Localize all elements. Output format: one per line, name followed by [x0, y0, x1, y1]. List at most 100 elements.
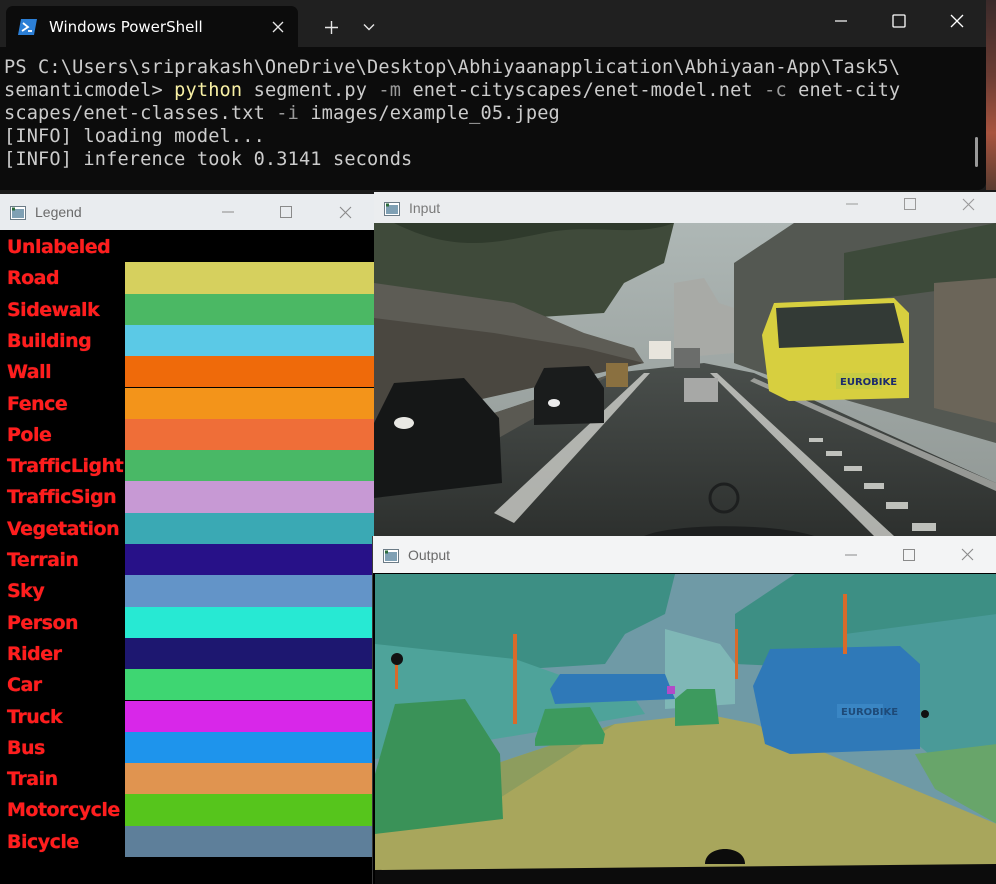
- output-window-title: Output: [408, 546, 451, 563]
- opencv-window-icon: [384, 201, 400, 216]
- close-window-icon[interactable]: [939, 192, 996, 216]
- legend-item: Person: [0, 606, 374, 638]
- chevron-down-icon[interactable]: [354, 12, 384, 42]
- legend-label: Building: [7, 329, 92, 352]
- legend-label: TrafficLight: [7, 455, 124, 478]
- legend-window-title: Legend: [35, 204, 82, 220]
- terminal-tab[interactable]: Windows PowerShell: [6, 6, 298, 47]
- close-window-icon[interactable]: [928, 0, 986, 42]
- legend-color-swatch: [125, 763, 374, 795]
- svg-text:EUROBIKE: EUROBIKE: [841, 707, 898, 718]
- legend-color-swatch: [125, 418, 374, 451]
- legend-item: Train: [0, 763, 374, 795]
- legend-color-swatch: [125, 481, 374, 513]
- terminal-line-4: [INFO] loading model...: [4, 126, 265, 147]
- opencv-window-icon: [383, 548, 399, 563]
- legend-color-swatch: [125, 324, 374, 357]
- legend-label: Fence: [7, 392, 68, 415]
- minimize-icon[interactable]: [812, 0, 870, 42]
- legend-item: Road: [0, 262, 374, 294]
- powershell-window[interactable]: Windows PowerShell PS C:\Users\sriprakas…: [0, 0, 986, 190]
- legend-item: TrafficSign: [0, 481, 374, 513]
- close-tab-icon[interactable]: [264, 13, 292, 41]
- maximize-icon[interactable]: [257, 194, 315, 230]
- output-window[interactable]: Output EUROBIKE: [372, 536, 996, 884]
- legend-window[interactable]: Legend Unlabeled Road Sidewalk Building Wall…: [0, 194, 374, 884]
- legend-label: TrafficSign: [7, 486, 117, 509]
- legend-label: Truck: [7, 705, 63, 728]
- terminal-scrollbar[interactable]: [975, 137, 978, 167]
- legend-color-swatch: [125, 575, 374, 607]
- terminal-line-3: scapes/enet-classes.txt -i images/exampl…: [4, 103, 560, 124]
- legend-item: Terrain: [0, 544, 374, 576]
- desktop-wallpaper-edge: [986, 0, 996, 190]
- legend-color-swatch: [125, 669, 374, 701]
- minimize-icon[interactable]: [822, 536, 880, 573]
- legend-label: Vegetation: [7, 517, 120, 540]
- legend-item: Rider: [0, 637, 374, 670]
- legend-color-swatch: [125, 293, 374, 325]
- legend-color-swatch: [125, 637, 374, 670]
- legend-label: Sidewalk: [7, 298, 100, 321]
- legend-color-swatch: [125, 825, 374, 857]
- legend-label: Wall: [7, 361, 52, 384]
- legend-label: Train: [7, 768, 58, 791]
- close-window-icon[interactable]: [938, 536, 996, 573]
- input-window[interactable]: Input EUROBIKE: [374, 192, 996, 536]
- legend-item: Bicycle: [0, 825, 374, 857]
- legend-label: Bicycle: [7, 830, 79, 853]
- legend-color-swatch: [125, 262, 374, 294]
- legend-item: Car: [0, 669, 374, 701]
- legend-label: Terrain: [7, 549, 79, 571]
- terminal-output[interactable]: PS C:\Users\sriprakash\OneDrive\Desktop\…: [0, 47, 986, 171]
- legend-item: Building: [0, 324, 374, 357]
- legend-item: Truck: [0, 700, 374, 732]
- close-window-icon[interactable]: [316, 194, 374, 230]
- legend-canvas: Unlabeled Road Sidewalk Building Wall Fence Po…: [0, 230, 374, 884]
- new-tab-icon[interactable]: [316, 12, 346, 42]
- legend-color-swatch: [125, 794, 374, 826]
- input-image: EUROBIKE: [374, 223, 996, 536]
- legend-item: Bus: [0, 731, 374, 764]
- legend-label: Bus: [7, 736, 45, 759]
- legend-color-swatch: [125, 231, 374, 263]
- maximize-icon[interactable]: [881, 192, 939, 216]
- legend-color-swatch: [125, 356, 374, 388]
- output-titlebar[interactable]: Output: [373, 536, 996, 573]
- minimize-icon[interactable]: [199, 194, 257, 230]
- legend-label: Road: [7, 267, 60, 290]
- terminal-line-5: [INFO] inference took 0.3141 seconds: [4, 149, 413, 170]
- legend-label: Car: [7, 674, 42, 697]
- legend-color-swatch: [125, 606, 374, 638]
- legend-label: Motorcycle: [7, 799, 120, 822]
- input-window-title: Input: [409, 199, 441, 216]
- legend-label: Rider: [7, 642, 62, 665]
- legend-item: Sky: [0, 575, 374, 607]
- legend-label: Sky: [7, 580, 45, 603]
- legend-item: TrafficLight: [0, 450, 374, 482]
- legend-label: Pole: [7, 423, 52, 446]
- terminal-line-2: semanticmodel> python segment.py -m enet…: [4, 80, 901, 101]
- maximize-icon[interactable]: [870, 0, 928, 42]
- legend-item: Pole: [0, 418, 374, 451]
- input-titlebar[interactable]: Input: [374, 192, 996, 223]
- svg-text:EUROBIKE: EUROBIKE: [840, 377, 897, 388]
- maximize-icon[interactable]: [880, 536, 938, 573]
- legend-item: Wall: [0, 356, 374, 388]
- legend-item: Unlabeled: [0, 231, 374, 263]
- opencv-window-icon: [10, 205, 26, 220]
- terminal-line-1: PS C:\Users\sriprakash\OneDrive\Desktop\…: [4, 57, 901, 78]
- powershell-icon: [18, 17, 38, 37]
- minimize-icon[interactable]: [823, 192, 881, 216]
- legend-titlebar[interactable]: Legend: [0, 194, 374, 230]
- terminal-tab-title: Windows PowerShell: [49, 17, 203, 36]
- legend-color-swatch: [125, 387, 374, 419]
- segmentation-output-image: EUROBIKE: [375, 574, 996, 884]
- legend-label: Unlabeled: [7, 236, 111, 258]
- legend-color-swatch: [125, 700, 374, 732]
- legend-item: Sidewalk: [0, 293, 374, 325]
- legend-item: Motorcycle: [0, 794, 374, 826]
- terminal-tab-bar: Windows PowerShell: [0, 0, 986, 47]
- legend-color-swatch: [125, 512, 374, 544]
- legend-label: Person: [7, 611, 79, 634]
